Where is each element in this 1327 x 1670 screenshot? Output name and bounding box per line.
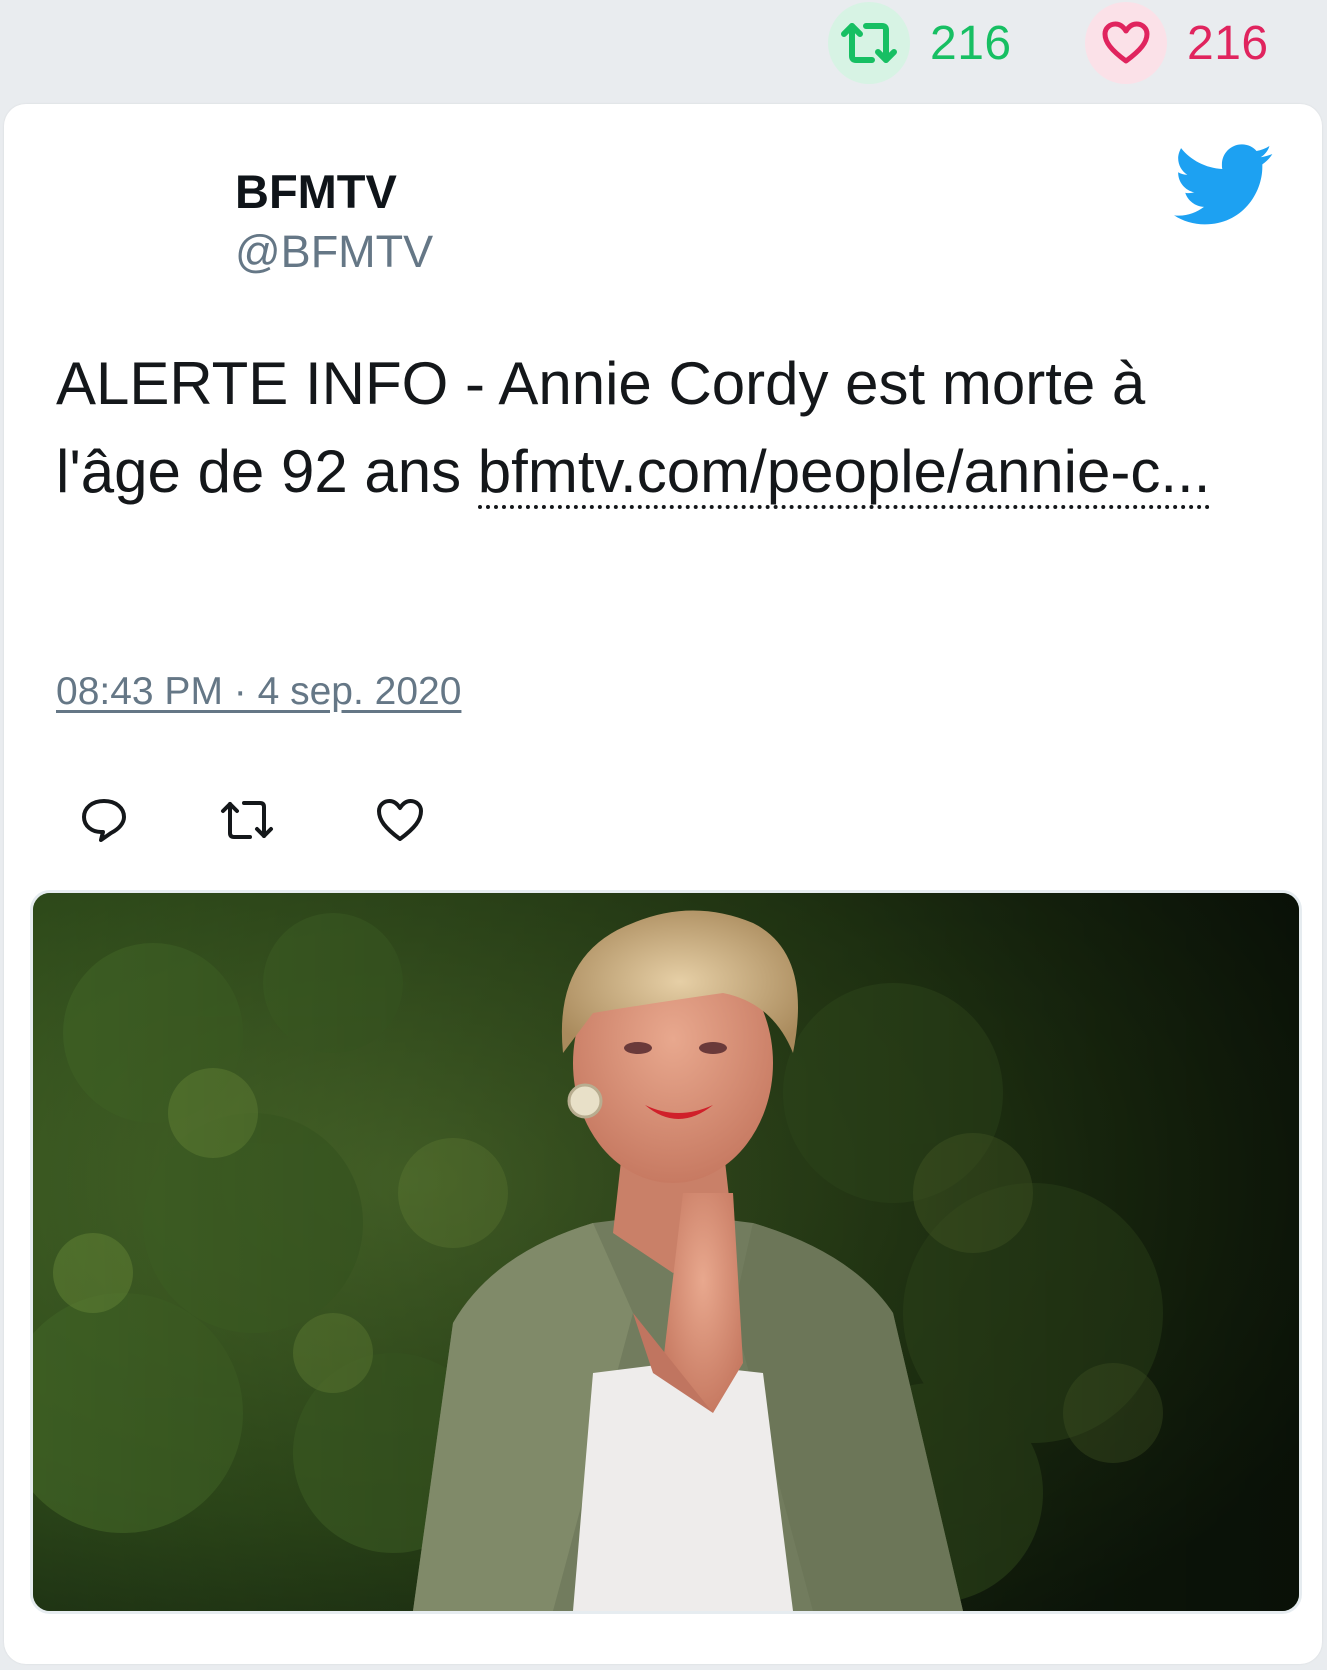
tweet-actions [74, 790, 474, 850]
heart-icon[interactable] [1085, 2, 1167, 84]
engagement-stats: 216 216 [0, 0, 1327, 104]
tweet-text: ALERTE INFO - Annie Cordy est morte à l'… [56, 340, 1286, 516]
like-count: 216 [1187, 16, 1269, 70]
tweet-media[interactable] [30, 890, 1302, 1614]
tweet-link[interactable]: bfmtv.com/people/annie-c... [477, 438, 1211, 509]
twitter-bird-icon[interactable] [1174, 144, 1274, 226]
tweet-timestamp[interactable]: 08:43 PM · 4 sep. 2020 [56, 670, 461, 714]
reply-button[interactable] [74, 790, 134, 850]
like-stat[interactable]: 216 [1085, 2, 1269, 84]
author-handle[interactable]: @BFMTV [235, 226, 433, 278]
author-name[interactable]: BFMTV [235, 164, 397, 219]
retweet-stat[interactable]: 216 [828, 2, 1012, 84]
retweet-icon [221, 801, 273, 839]
reply-icon [82, 799, 126, 842]
retweet-button[interactable] [217, 790, 277, 850]
retweet-count: 216 [930, 16, 1012, 70]
retweet-icon[interactable] [828, 2, 910, 84]
photo-of-smiling-elderly-woman-icon [33, 893, 1299, 1611]
heart-icon [377, 799, 423, 841]
tweet-card: BFMTV @BFMTV ALERTE INFO - Annie Cordy e… [4, 104, 1322, 1664]
like-button[interactable] [370, 790, 430, 850]
